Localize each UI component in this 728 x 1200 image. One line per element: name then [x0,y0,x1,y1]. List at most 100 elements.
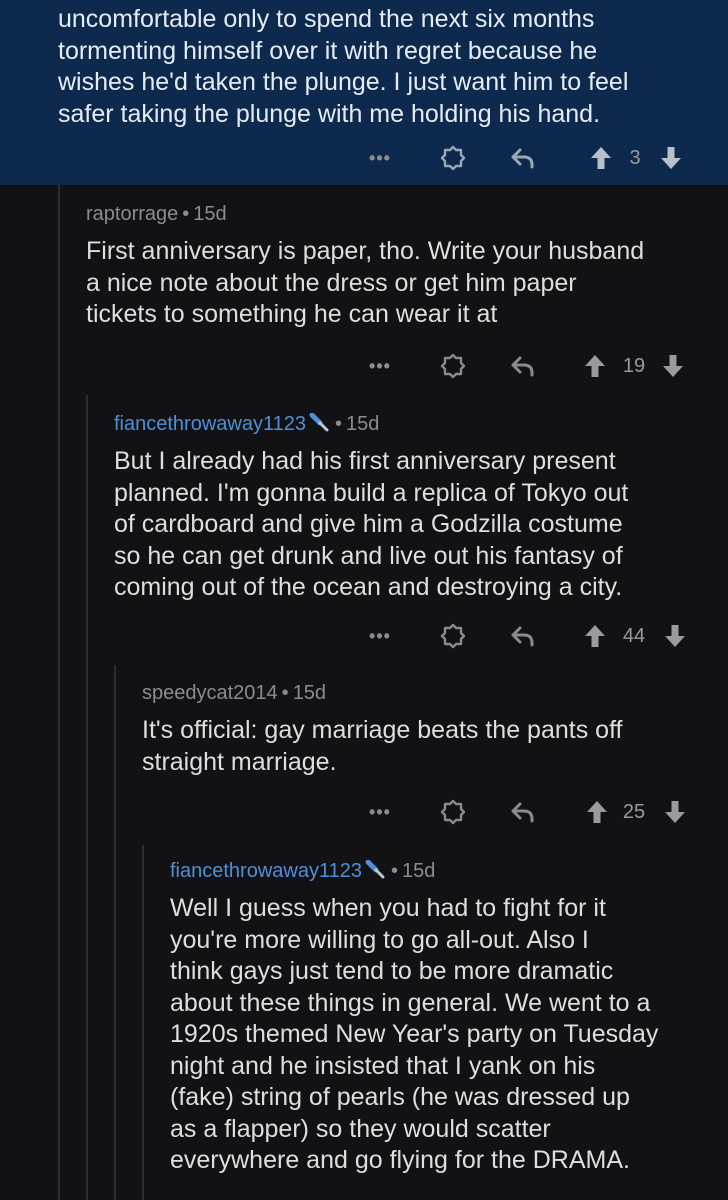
comment-body: Well I guess when you had to fight for i… [170,893,718,1177]
downvote-button[interactable] [658,143,684,173]
comment-line: you're more willing to go all-out. Also … [170,925,589,954]
comment-line: But I already had his first anniversary … [114,447,616,475]
username[interactable]: fiancethrowaway1123 [170,860,362,882]
save-button[interactable] [438,143,468,173]
comment-line: (fake) string of pearls (he was dressed … [170,1083,630,1111]
comment-line: a nice note about the dress or get him p… [86,268,577,297]
comment-line: It's official: gay marriage beats the pa… [142,716,623,744]
downvote-arrow-icon [665,801,685,823]
downvote-button[interactable] [660,351,686,381]
highlighted-comment-body: uncomfortable only to spend the next six… [58,4,708,130]
comment-age: 15d [402,860,436,882]
score: 19 [618,351,650,381]
more-options-button[interactable]: ••• [365,143,395,173]
comment-line: tickets to something he can wear it at [86,300,498,328]
comment: speedycat2014 • 15d It's official: gay mar… [142,682,712,778]
score: 3 [622,143,648,173]
save-badge-icon [440,623,466,649]
reply-arrow-icon [511,626,534,647]
comment-line: so he can get drunk and live out his fan… [114,541,623,570]
comment-line: wishes he'd taken the plunge. I just wan… [58,68,629,96]
more-options-button[interactable]: ••• [365,621,395,651]
comment-line: as a flapper) so they would scatter [170,1114,551,1143]
comment-meta: speedycat2014 • 15d [142,682,712,705]
comment-body: But I already had his first anniversary … [114,446,714,604]
vote-count: 19 [622,354,646,377]
comment-line: about these things in general. We went t… [170,988,651,1017]
comment-actions: ••• 25 [0,795,728,829]
username[interactable]: fiancethrowaway1123 [114,413,306,435]
vote-count: 44 [622,624,646,647]
upvote-button[interactable] [582,621,608,651]
save-button[interactable] [438,797,468,827]
upvote-arrow-icon [585,625,605,647]
downvote-arrow-icon [665,625,685,647]
more-options-button[interactable]: ••• [365,797,395,827]
username[interactable]: speedycat2014 [142,682,278,704]
reply-button[interactable] [508,621,538,651]
upvote-button[interactable] [582,351,608,381]
thread-line [114,665,116,1200]
save-badge-icon [440,353,466,379]
downvote-button[interactable] [662,797,688,827]
downvote-arrow-icon [661,147,681,169]
op-mic-icon [365,860,387,880]
comment-line: straight marriage. [142,747,337,776]
comment-line: uncomfortable only to spend the next six… [58,5,595,33]
save-badge-icon [440,145,466,171]
comment-line: 1920s themed New Year's party on Tuesday [170,1020,659,1048]
comment-line: think gays just tend to be more dramatic [170,957,614,985]
comment-line: of cardboard and give him a Godzilla cos… [114,510,623,538]
reply-arrow-icon [511,802,534,823]
reply-button[interactable] [508,351,538,381]
comment-meta: raptorrage • 15d [86,203,706,226]
comment-actions: ••• 44 [0,619,728,653]
comment-body: First anniversary is paper, tho. Write y… [86,236,706,331]
upvote-arrow-icon [585,355,605,377]
downvote-arrow-icon [663,355,683,377]
comment-line: coming out of the ocean and destroying a… [114,573,623,601]
highlighted-comment: uncomfortable only to spend the next six… [0,0,728,185]
comment-line: night and he insisted that I yank on his [170,1051,596,1080]
reply-arrow-icon [511,356,534,377]
downvote-button[interactable] [662,621,688,651]
comment-line: First anniversary is paper, tho. Write y… [86,237,645,265]
meta-separator: • [281,682,289,704]
comment-body: It's official: gay marriage beats the pa… [142,715,712,778]
comment-meta: fiancethrowaway1123 • 15d [170,860,718,883]
upvote-arrow-icon [591,147,611,169]
op-mic-icon [309,413,331,433]
save-button[interactable] [438,621,468,651]
meta-separator: • [390,860,398,882]
upvote-button[interactable] [588,143,614,173]
upvote-arrow-icon [587,801,607,823]
more-dots-icon: ••• [369,147,391,168]
more-dots-icon: ••• [369,801,391,822]
comment-line: Well I guess when you had to fight for i… [170,894,606,922]
comment-line: tormenting himself over it with regret b… [58,36,598,65]
comment-line: safer taking the plunge with me holding … [58,99,601,128]
save-button[interactable] [438,351,468,381]
meta-separator: • [182,203,190,225]
upvote-button[interactable] [584,797,610,827]
comment-actions: ••• 19 [0,349,728,383]
thread-line [58,185,60,1200]
vote-count: 25 [622,800,646,823]
comment-thread-page: uncomfortable only to spend the next six… [0,0,728,1200]
comment: fiancethrowaway1123 • 15d Well I guess whe… [170,860,718,1177]
score: 44 [618,621,650,651]
comment-age: 15d [292,682,327,704]
save-badge-icon [440,799,466,825]
reply-button[interactable] [508,143,538,173]
more-dots-icon: ••• [369,625,391,646]
comment: fiancethrowaway1123 • 15d But I already ha… [114,413,714,604]
more-options-button[interactable]: ••• [365,351,395,381]
reply-button[interactable] [508,797,538,827]
meta-separator: • [334,413,342,435]
comment: raptorrage • 15d First anniversary is pape… [86,203,706,331]
comment-line: everywhere and go flying for the DRAMA. [170,1146,630,1174]
comment-age: 15d [346,413,380,435]
more-dots-icon: ••• [369,355,391,376]
comment-age: 15d [193,203,227,225]
username[interactable]: raptorrage [86,203,178,225]
